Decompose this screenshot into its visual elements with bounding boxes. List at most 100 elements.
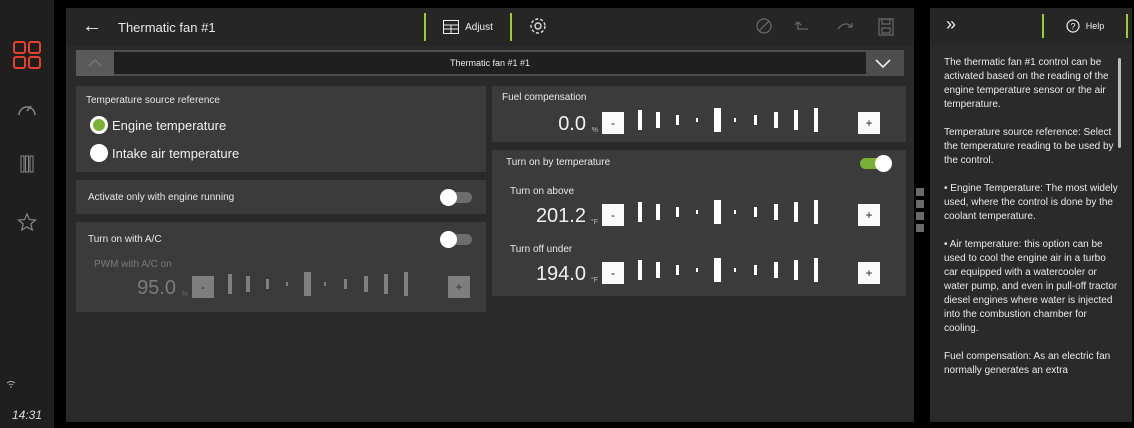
radio-engine-temperature[interactable]: Engine temperature xyxy=(90,116,226,134)
star-icon[interactable] xyxy=(0,212,54,232)
pwm-value: 95.0 xyxy=(137,277,176,299)
fuel-card: Fuel compensation 0.0 % - + xyxy=(492,86,906,142)
scale-tick xyxy=(714,200,721,224)
radio-intake-air-temperature[interactable]: Intake air temperature xyxy=(90,144,239,162)
adjust-label: Adjust xyxy=(465,21,493,33)
above-scale[interactable] xyxy=(628,198,854,226)
back-arrow-icon[interactable]: ← xyxy=(82,15,102,38)
cancel-icon[interactable] xyxy=(756,18,772,39)
engine-running-toggle[interactable] xyxy=(440,189,472,206)
scale-tick xyxy=(814,200,818,224)
svg-text:?: ? xyxy=(1070,22,1075,32)
page-title: Thermatic fan #1 xyxy=(118,20,216,35)
scale-tick xyxy=(814,108,818,132)
below-minus-button[interactable]: - xyxy=(602,262,624,284)
scale-tick xyxy=(696,268,698,272)
temp-source-title: Temperature source reference xyxy=(86,95,220,106)
below-plus-button[interactable]: + xyxy=(858,262,880,284)
above-unit: °F xyxy=(590,219,598,226)
selector-field[interactable]: Thermatic fan #1 #1 xyxy=(114,52,866,74)
scale-tick xyxy=(774,112,778,128)
chevron-up-icon[interactable] xyxy=(76,50,114,76)
ac-card: Turn on with A/C PWM with A/C on 95.0 % … xyxy=(76,222,486,312)
radio-label: Intake air temperature xyxy=(112,145,240,161)
pwm-plus-button[interactable]: + xyxy=(448,276,470,298)
minimap xyxy=(916,188,926,236)
clock: 14:31 xyxy=(11,408,43,422)
scale-tick xyxy=(656,204,660,220)
turn-on-toggle[interactable] xyxy=(860,155,892,172)
columns-icon[interactable] xyxy=(0,155,54,173)
fuel-value: 0.0 xyxy=(558,113,586,135)
ac-toggle[interactable] xyxy=(440,231,472,248)
turn-on-title: Turn on by temperature xyxy=(506,157,611,168)
pwm-control: 95.0 % - + xyxy=(116,270,470,298)
scale-tick xyxy=(638,110,642,130)
gauge-icon[interactable] xyxy=(0,100,54,118)
help-text: The thermatic fan #1 control can be acti… xyxy=(944,57,1118,376)
above-plus-button[interactable]: + xyxy=(858,204,880,226)
above-control: 201.2 °F - + xyxy=(526,198,880,226)
scale-tick xyxy=(676,265,679,275)
scale-tick xyxy=(696,210,698,214)
scale-tick xyxy=(774,262,778,278)
scale-tick xyxy=(364,276,368,292)
pwm-minus-button[interactable]: - xyxy=(192,276,214,298)
temp-source-card: Temperature source reference Engine temp… xyxy=(76,86,486,172)
below-value: 194.0 xyxy=(535,263,586,285)
scale-tick xyxy=(656,112,660,128)
undo-icon[interactable] xyxy=(794,18,812,39)
scale-tick xyxy=(638,202,642,222)
scale-tick xyxy=(794,110,798,130)
scale-tick xyxy=(754,207,757,217)
scale-tick xyxy=(696,118,698,122)
map-selector[interactable]: Thermatic fan #1 #1 xyxy=(76,50,904,76)
help-label: Help xyxy=(1085,21,1105,31)
gear-icon[interactable] xyxy=(528,16,548,41)
scale-tick xyxy=(656,262,660,278)
table-icon xyxy=(443,20,460,34)
fuel-scale[interactable] xyxy=(628,106,854,134)
engine-running-label: Activate only with engine running xyxy=(88,192,235,203)
scale-tick xyxy=(324,282,326,286)
apps-grid-icon[interactable] xyxy=(0,40,54,70)
radio-label: Engine temperature xyxy=(112,117,227,133)
adjust-tab[interactable]: Adjust xyxy=(424,13,512,41)
below-unit: °F xyxy=(590,277,598,284)
fuel-unit: % xyxy=(591,127,598,134)
question-icon: ? xyxy=(1066,19,1080,33)
engine-running-card: Activate only with engine running xyxy=(76,180,486,214)
help-scrollbar[interactable] xyxy=(1118,58,1121,148)
chevron-down-icon[interactable] xyxy=(872,54,894,77)
radio-selected-icon xyxy=(90,116,108,134)
fuel-minus-button[interactable]: - xyxy=(602,112,624,134)
pwm-label: PWM with A/C on xyxy=(94,259,172,270)
below-control: 194.0 °F - + xyxy=(526,256,880,284)
scale-tick xyxy=(344,279,347,289)
below-label: Turn off under xyxy=(510,244,573,255)
fuel-plus-button[interactable]: + xyxy=(858,112,880,134)
scale-tick xyxy=(714,258,721,282)
scale-tick xyxy=(404,272,408,296)
scale-tick xyxy=(734,268,736,272)
above-minus-button[interactable]: - xyxy=(602,204,624,226)
collapse-icon[interactable]: » xyxy=(946,14,956,35)
redo-icon[interactable] xyxy=(836,18,854,39)
fuel-control: 0.0 % - + xyxy=(526,106,880,134)
pwm-scale[interactable] xyxy=(218,270,444,298)
save-icon[interactable] xyxy=(878,18,894,41)
wifi-icon xyxy=(6,380,16,390)
radio-unselected-icon xyxy=(90,144,108,162)
scale-tick xyxy=(814,258,818,282)
help-panel: » ? Help The thermatic fan #1 control ca… xyxy=(930,8,1132,422)
pwm-unit: % xyxy=(181,291,188,298)
below-scale[interactable] xyxy=(628,256,854,284)
scale-tick xyxy=(754,265,757,275)
scale-tick xyxy=(794,202,798,222)
scale-tick xyxy=(638,260,642,280)
fuel-title: Fuel compensation xyxy=(502,92,587,103)
help-button[interactable]: ? Help xyxy=(1042,14,1128,38)
turn-on-card: Turn on by temperature Turn on above 201… xyxy=(492,150,906,296)
main-panel: ← Thermatic fan #1 Adjust Thermatic fan … xyxy=(66,8,914,422)
above-label: Turn on above xyxy=(510,186,575,197)
